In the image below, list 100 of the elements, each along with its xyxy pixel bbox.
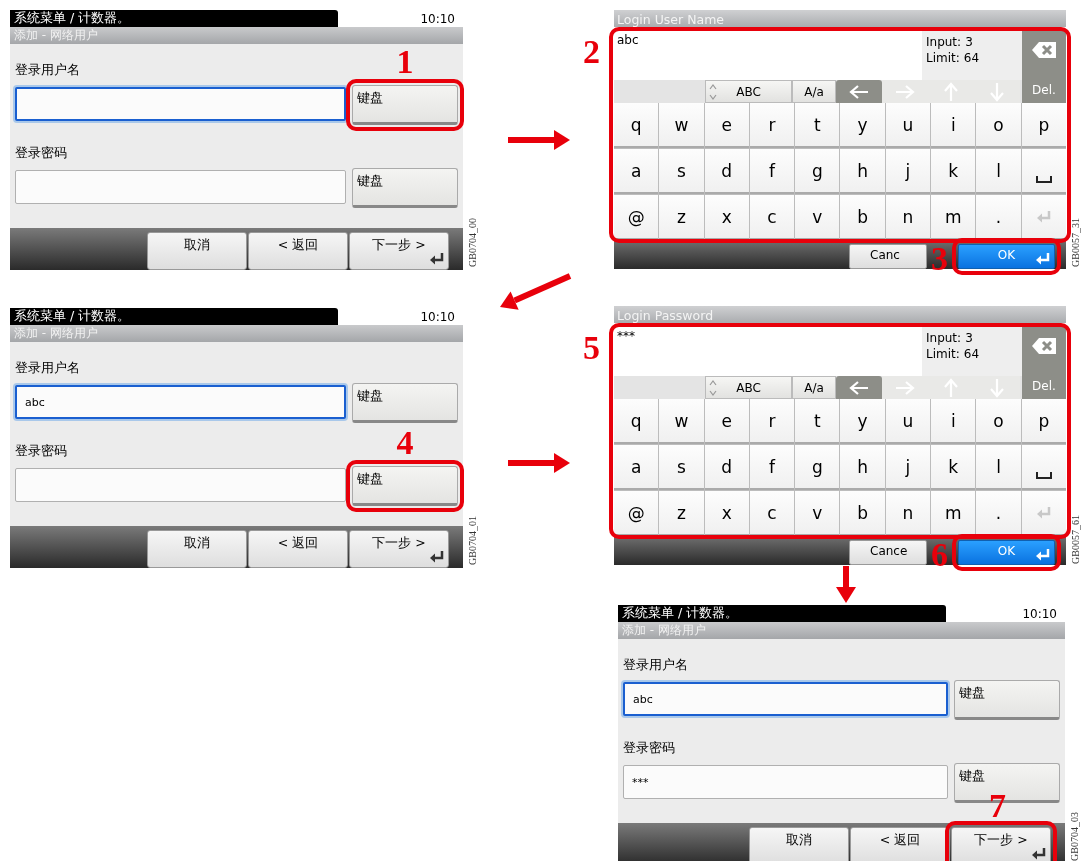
cancel-button[interactable]: Cance xyxy=(849,540,927,565)
key[interactable]: m xyxy=(931,195,976,240)
key[interactable]: c xyxy=(749,195,795,240)
nav-button[interactable]: < 返回 xyxy=(248,530,348,568)
arrow-right-icon xyxy=(895,379,915,396)
enter-key[interactable] xyxy=(1021,491,1066,536)
arrow-down-icon xyxy=(989,81,1005,102)
nav-button[interactable]: 取消 xyxy=(147,530,247,568)
counter-label: Input: xyxy=(926,330,962,346)
key[interactable]: f xyxy=(749,149,795,194)
key[interactable]: n xyxy=(885,491,931,536)
key[interactable]: m xyxy=(931,491,976,536)
nav-button[interactable]: < 返回 xyxy=(248,232,348,270)
key[interactable]: f xyxy=(749,445,795,490)
key[interactable]: a xyxy=(614,445,659,490)
cursor-key[interactable] xyxy=(836,376,882,399)
key[interactable]: j xyxy=(885,445,931,490)
counter-value: 3 xyxy=(965,330,973,346)
input-field[interactable] xyxy=(15,468,346,502)
keyboard-button[interactable]: 键盘 xyxy=(352,383,458,423)
key[interactable]: z xyxy=(659,195,704,240)
clock-text: 10:10 xyxy=(419,309,456,324)
key[interactable]: r xyxy=(749,103,795,148)
keyboard-button[interactable]: 键盘 xyxy=(352,85,458,125)
key[interactable]: t xyxy=(795,103,840,148)
key[interactable]: k xyxy=(931,445,976,490)
key[interactable]: d xyxy=(704,445,749,490)
text-input-field[interactable]: *** xyxy=(614,327,922,376)
cancel-button[interactable]: Canc xyxy=(849,244,927,269)
mode-key[interactable]: A/a xyxy=(792,80,836,103)
key[interactable]: n xyxy=(885,195,931,240)
key[interactable]: s xyxy=(659,445,704,490)
cursor-key[interactable] xyxy=(836,80,882,103)
key[interactable]: o xyxy=(976,103,1021,148)
key[interactable]: u xyxy=(885,399,931,444)
field-label: 登录用户名 xyxy=(15,62,80,79)
key[interactable]: b xyxy=(840,195,885,240)
input-field[interactable] xyxy=(15,87,346,121)
key[interactable]: x xyxy=(704,491,749,536)
key[interactable]: b xyxy=(840,491,885,536)
nav-button[interactable]: 取消 xyxy=(147,232,247,270)
enter-key[interactable] xyxy=(1021,195,1066,240)
text-input-field[interactable]: abc xyxy=(614,31,922,80)
key[interactable]: g xyxy=(795,445,840,490)
key[interactable]: y xyxy=(840,399,885,444)
key[interactable]: a xyxy=(614,149,659,194)
enter-icon xyxy=(429,550,445,564)
input-field[interactable]: *** xyxy=(623,765,948,799)
key[interactable]: s xyxy=(659,149,704,194)
key[interactable]: h xyxy=(840,149,885,194)
key[interactable]: z xyxy=(659,491,704,536)
keyboard-button[interactable]: 键盘 xyxy=(352,168,458,208)
arrow-down-icon xyxy=(989,377,1005,398)
key[interactable]: p xyxy=(1021,399,1066,444)
key[interactable]: y xyxy=(840,103,885,148)
nav-button[interactable]: 取消 xyxy=(749,827,849,861)
key[interactable]: q xyxy=(614,399,659,444)
key[interactable]: w xyxy=(659,399,704,444)
input-field[interactable]: abc xyxy=(15,385,346,419)
key[interactable]: u xyxy=(885,103,931,148)
key[interactable]: k xyxy=(931,149,976,194)
key[interactable]: e xyxy=(704,399,749,444)
key[interactable]: @ xyxy=(614,491,659,536)
key[interactable]: . xyxy=(976,491,1021,536)
key[interactable]: v xyxy=(795,195,840,240)
key[interactable]: d xyxy=(704,149,749,194)
space-key[interactable] xyxy=(1021,445,1066,490)
nav-button[interactable]: 下一步 > xyxy=(951,827,1051,861)
key[interactable]: o xyxy=(976,399,1021,444)
key[interactable]: l xyxy=(976,149,1021,194)
space-key[interactable] xyxy=(1021,149,1066,194)
key[interactable]: i xyxy=(931,399,976,444)
key[interactable]: c xyxy=(749,491,795,536)
breadcrumb-text: 系统菜单 / 计数器。 xyxy=(618,605,946,622)
key[interactable]: p xyxy=(1021,103,1066,148)
nav-button[interactable]: < 返回 xyxy=(850,827,950,861)
key[interactable]: r xyxy=(749,399,795,444)
input-field[interactable]: abc xyxy=(623,682,948,716)
mode-key[interactable]: ABC xyxy=(705,376,792,399)
mode-key[interactable]: A/a xyxy=(792,376,836,399)
mode-key[interactable]: ABC xyxy=(705,80,792,103)
key[interactable]: i xyxy=(931,103,976,148)
keyboard-button[interactable]: 键盘 xyxy=(954,680,1060,720)
input-field[interactable] xyxy=(15,170,346,204)
nav-button[interactable]: 下一步 > xyxy=(349,530,449,568)
arrow-up-icon xyxy=(943,81,959,102)
key[interactable]: e xyxy=(704,103,749,148)
key[interactable]: j xyxy=(885,149,931,194)
key[interactable]: w xyxy=(659,103,704,148)
key[interactable]: t xyxy=(795,399,840,444)
key[interactable]: v xyxy=(795,491,840,536)
key[interactable]: h xyxy=(840,445,885,490)
key[interactable]: g xyxy=(795,149,840,194)
key[interactable]: x xyxy=(704,195,749,240)
nav-button[interactable]: 下一步 > xyxy=(349,232,449,270)
key[interactable]: l xyxy=(976,445,1021,490)
keyboard-button[interactable]: 键盘 xyxy=(352,466,458,506)
key[interactable]: @ xyxy=(614,195,659,240)
key[interactable]: q xyxy=(614,103,659,148)
key[interactable]: . xyxy=(976,195,1021,240)
